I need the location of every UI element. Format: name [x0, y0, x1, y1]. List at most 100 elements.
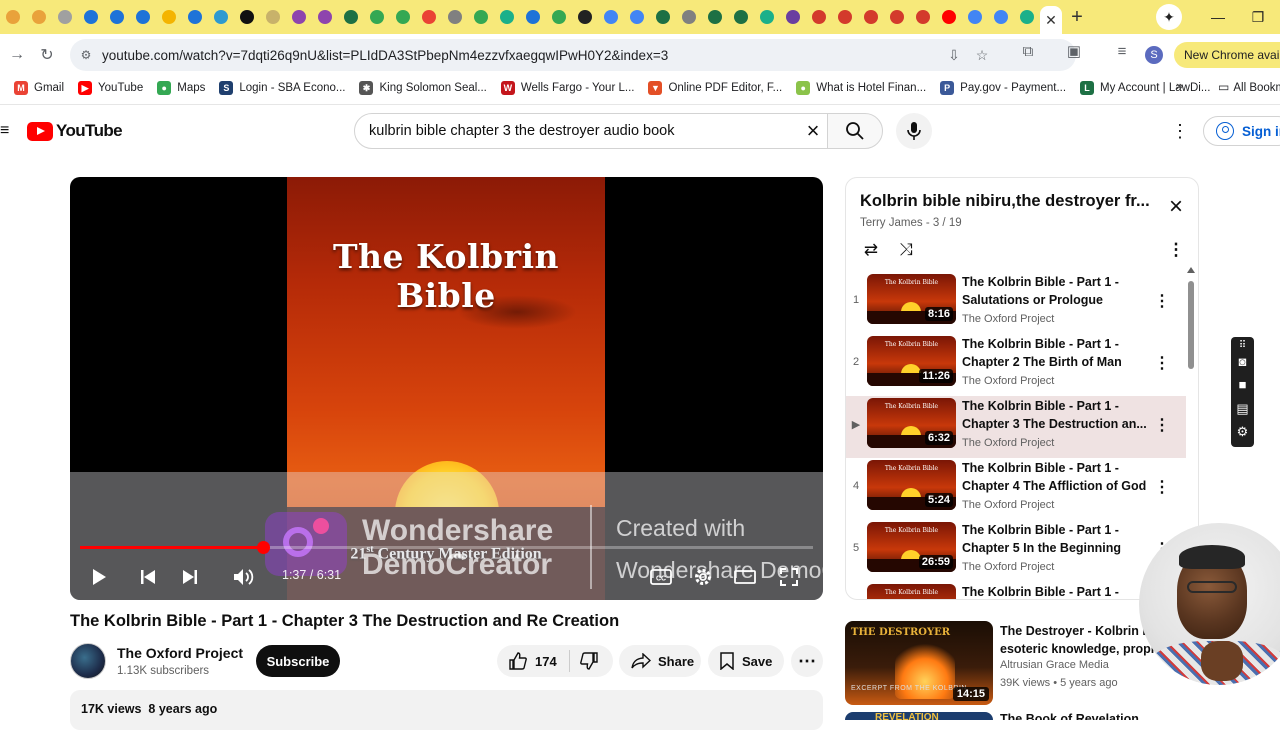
- tab-favicon-39[interactable]: [988, 0, 1014, 34]
- playlist-item[interactable]: 4 The Kolbrin Bible 5:24 The Kolbrin Bible …: [846, 458, 1186, 520]
- guide-menu-icon[interactable]: ≡: [0, 122, 10, 140]
- tab-favicon-21[interactable]: [520, 0, 546, 34]
- screen-layers-icon[interactable]: ▤: [1234, 400, 1251, 417]
- tab-favicon-27[interactable]: [676, 0, 702, 34]
- bookmark-item[interactable]: ▶ YouTube: [78, 81, 143, 95]
- bookmark-item[interactable]: ✱ King Solomon Seal...: [359, 81, 487, 95]
- playlist-item-thumbnail[interactable]: The Kolbrin Bible 26:59: [867, 522, 956, 572]
- bookmarks-overflow-icon[interactable]: »: [1176, 78, 1183, 93]
- tab-favicon-4[interactable]: [78, 0, 104, 34]
- tab-favicon-30[interactable]: [754, 0, 780, 34]
- tab-favicon-34[interactable]: [858, 0, 884, 34]
- reload-icon[interactable]: ↻: [32, 40, 62, 70]
- playlist-item-thumbnail[interactable]: The Kolbrin Bible 6:32: [867, 398, 956, 448]
- all-bookmarks-button[interactable]: ▭All Bookmarks: [1218, 80, 1280, 94]
- scroll-up-arrow-icon[interactable]: [1187, 267, 1195, 273]
- share-button[interactable]: Share: [619, 645, 701, 677]
- bookmark-item[interactable]: S Login - SBA Econo...: [219, 81, 345, 95]
- back-arrow-icon[interactable]: →: [2, 40, 32, 70]
- search-input[interactable]: kulbrin bible chapter 3 the destroyer au…: [354, 113, 828, 149]
- video-camera-icon[interactable]: ■: [1234, 376, 1251, 393]
- playlist-scrollbar[interactable]: [1188, 281, 1194, 369]
- tab-favicon-8[interactable]: [182, 0, 208, 34]
- bookmark-item[interactable]: P Pay.gov - Payment...: [940, 81, 1066, 95]
- tab-favicon-5[interactable]: [104, 0, 130, 34]
- recommended-thumbnail[interactable]: REVELATION: [845, 712, 993, 720]
- more-actions-button[interactable]: ⋯: [791, 645, 823, 677]
- playlist-item[interactable]: The Kolbrin Bible The Kolbrin Bible - Par…: [846, 582, 1186, 599]
- youtube-logo[interactable]: YouTube: [27, 121, 123, 141]
- fullscreen-button[interactable]: [775, 563, 803, 591]
- tab-favicon-7[interactable]: [156, 0, 182, 34]
- close-playlist-icon[interactable]: ×: [1164, 195, 1188, 220]
- tab-favicon-28[interactable]: [702, 0, 728, 34]
- recommended-thumbnail[interactable]: THE DESTROYER EXCERPT FROM THE KOLBRIN 1…: [845, 621, 993, 705]
- minimize-button[interactable]: —: [1198, 0, 1238, 34]
- playlist-item-kebab-icon[interactable]: ⋮: [1154, 354, 1170, 374]
- tab-favicon-35[interactable]: [884, 0, 910, 34]
- playlist-title[interactable]: Kolbrin bible nibiru,the destroyer fr...: [860, 192, 1150, 211]
- install-app-icon[interactable]: ⇩: [944, 45, 964, 65]
- tab-favicon-11[interactable]: [260, 0, 286, 34]
- tab-favicon-13[interactable]: [312, 0, 338, 34]
- playlist-item[interactable]: ▶ The Kolbrin Bible 6:32 The Kolbrin Bible …: [846, 396, 1186, 458]
- bookmark-item[interactable]: ▼ Online PDF Editor, F...: [648, 81, 782, 95]
- tab-favicon-3[interactable]: [52, 0, 78, 34]
- playlist-item-thumbnail[interactable]: The Kolbrin Bible 11:26: [867, 336, 956, 386]
- site-info-icon[interactable]: ⚙: [78, 47, 94, 63]
- voice-search-button[interactable]: [896, 113, 932, 149]
- tab-favicon-2[interactable]: [26, 0, 52, 34]
- save-button[interactable]: Save: [708, 645, 784, 677]
- new-chrome-available-button[interactable]: New Chrome available: [1174, 42, 1280, 68]
- profile-avatar[interactable]: S: [1145, 46, 1163, 64]
- tab-favicon-22[interactable]: [546, 0, 572, 34]
- tab-favicon-33[interactable]: [832, 0, 858, 34]
- channel-avatar[interactable]: [70, 643, 106, 679]
- tab-favicon-18[interactable]: [442, 0, 468, 34]
- playlist-item-kebab-icon[interactable]: ⋮: [1154, 478, 1170, 498]
- tab-favicon-20[interactable]: [494, 0, 520, 34]
- tab-favicon-23[interactable]: [572, 0, 598, 34]
- previous-button[interactable]: [134, 563, 162, 591]
- playlist-item[interactable]: 1 The Kolbrin Bible 8:16 The Kolbrin Bible …: [846, 272, 1186, 334]
- bookmark-item[interactable]: ● What is Hotel Finan...: [796, 81, 926, 95]
- playlist-item-kebab-icon[interactable]: ⋮: [1154, 416, 1170, 436]
- bookmark-star-icon[interactable]: ☆: [972, 45, 992, 65]
- tab-favicon-14[interactable]: [338, 0, 364, 34]
- new-tab-button[interactable]: +: [1062, 0, 1092, 34]
- playlist-item-thumbnail[interactable]: The Kolbrin Bible: [867, 584, 956, 599]
- tab-favicon-32[interactable]: [806, 0, 832, 34]
- tab-favicon-29[interactable]: [728, 0, 754, 34]
- playlist-item-kebab-icon[interactable]: ⋮: [1154, 292, 1170, 312]
- playlist-item[interactable]: 5 The Kolbrin Bible 26:59 The Kolbrin Bible…: [846, 520, 1186, 582]
- playlist-item[interactable]: 2 The Kolbrin Bible 11:26 The Kolbrin Bible…: [846, 334, 1186, 396]
- search-button[interactable]: [827, 113, 883, 149]
- tab-favicon-24[interactable]: [598, 0, 624, 34]
- bookmark-item[interactable]: L My Account | LawDi...: [1080, 81, 1210, 95]
- tab-favicon-12[interactable]: [286, 0, 312, 34]
- tab-favicon-17[interactable]: [416, 0, 442, 34]
- theater-mode-button[interactable]: [731, 563, 759, 591]
- gemini-icon[interactable]: ✦: [1156, 4, 1182, 30]
- loop-playlist-icon[interactable]: ⇄: [859, 238, 883, 262]
- recommended-channel[interactable]: Altrusian Grace Media: [1000, 659, 1109, 671]
- tab-favicon-10[interactable]: [234, 0, 260, 34]
- playlist-item-thumbnail[interactable]: The Kolbrin Bible 5:24: [867, 460, 956, 510]
- cast-icon[interactable]: ▣: [1062, 40, 1086, 64]
- recorder-handle-icon[interactable]: ⠿: [1234, 337, 1251, 354]
- tab-favicon-31[interactable]: [780, 0, 806, 34]
- active-tab-close-icon[interactable]: ✕: [1040, 6, 1062, 34]
- webcam-overlay[interactable]: [1139, 523, 1280, 685]
- tab-favicon-15[interactable]: [364, 0, 390, 34]
- mute-button[interactable]: [230, 563, 258, 591]
- tab-favicon-36[interactable]: [910, 0, 936, 34]
- clear-search-icon[interactable]: ×: [800, 118, 826, 144]
- bookmark-item[interactable]: ● Maps: [157, 81, 205, 95]
- bookmark-item[interactable]: W Wells Fargo - Your L...: [500, 81, 634, 95]
- tab-favicon-37[interactable]: [936, 0, 962, 34]
- shuffle-icon[interactable]: ⤨: [894, 238, 918, 262]
- address-bar[interactable]: ⚙ youtube.com/watch?v=7dqti26q9nU&list=P…: [70, 39, 1076, 71]
- playlist-item-thumbnail[interactable]: The Kolbrin Bible 8:16: [867, 274, 956, 324]
- next-button[interactable]: [176, 563, 204, 591]
- bookmark-item[interactable]: M Gmail: [14, 81, 64, 95]
